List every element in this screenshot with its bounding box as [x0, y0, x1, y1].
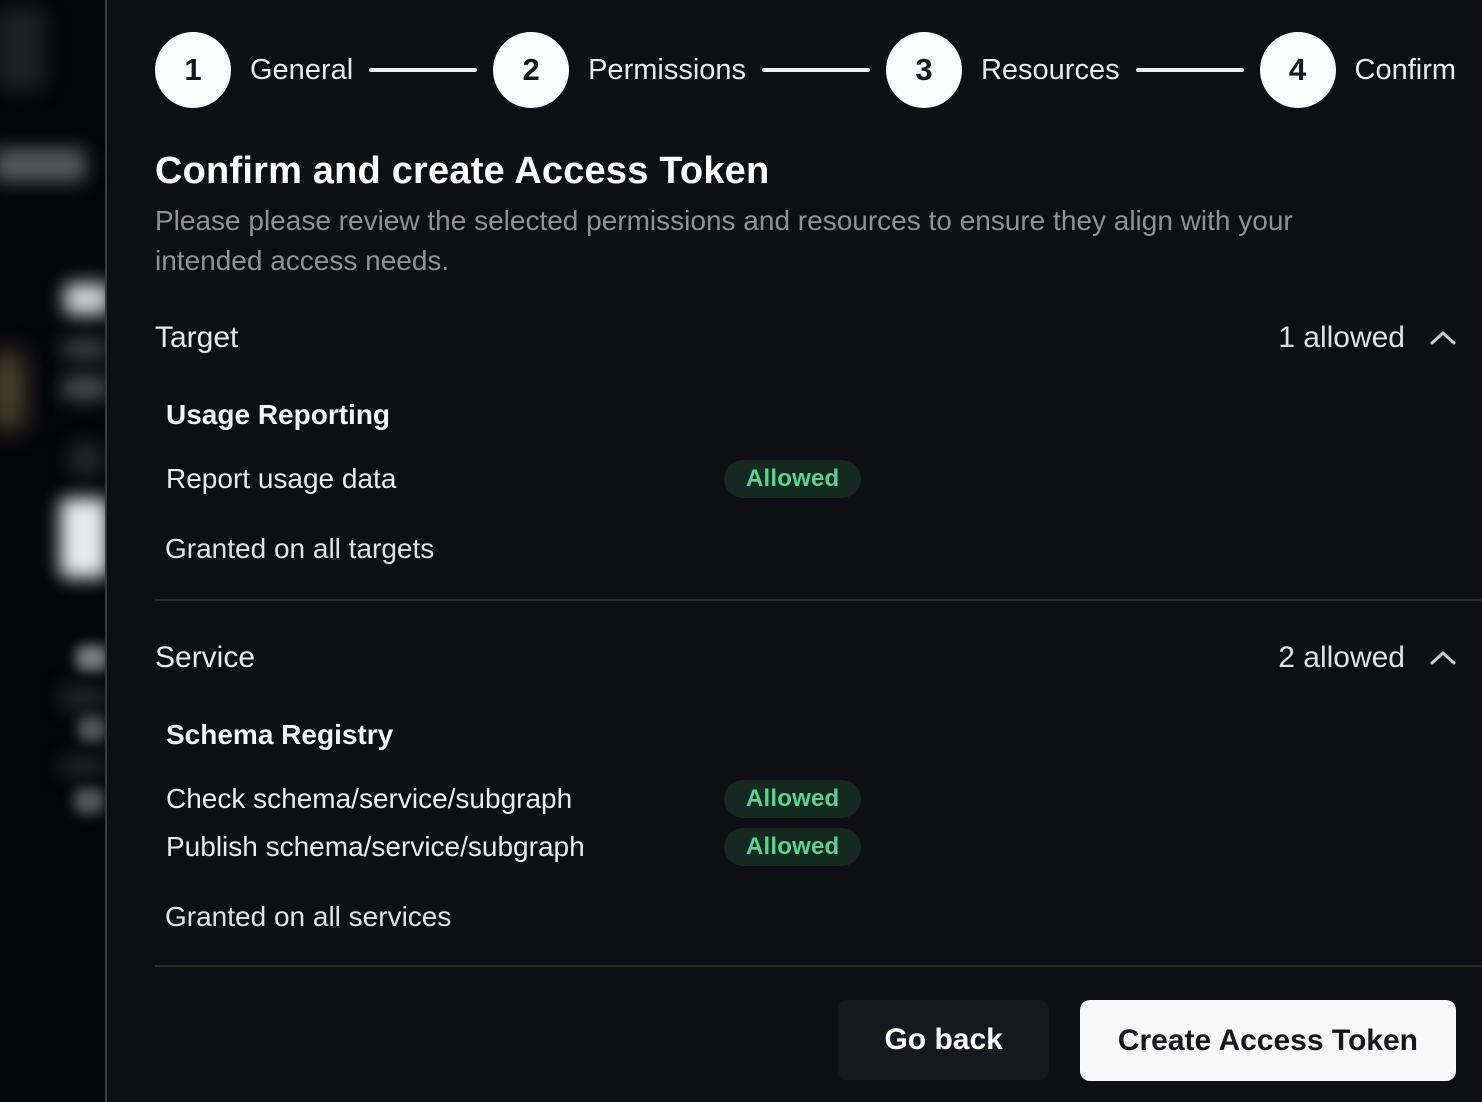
backdrop-blur-shape	[76, 645, 106, 671]
section-header-service[interactable]: Service 2 allowed	[155, 641, 1456, 675]
backdrop-blur-shape	[62, 338, 106, 360]
step-label: General	[250, 54, 353, 87]
permission-row: Report usage data Allowed	[155, 455, 1456, 503]
backdrop-blur-shape	[78, 716, 106, 742]
section-allowed-count: 2 allowed	[1278, 641, 1456, 675]
section-header-target[interactable]: Target 1 allowed	[155, 321, 1456, 355]
step-label: Resources	[981, 54, 1120, 87]
section-allowed-count: 1 allowed	[1278, 321, 1456, 355]
permission-row: Publish schema/service/subgraph Allowed	[155, 823, 1456, 871]
backdrop-blur-shape	[60, 686, 106, 710]
backdrop-blurred-page	[0, 0, 106, 1102]
status-badge: Allowed	[724, 780, 861, 818]
granted-note: Granted on all services	[165, 901, 1456, 933]
permission-group-heading: Usage Reporting	[166, 399, 1456, 431]
section-divider	[155, 965, 1482, 967]
create-access-token-modal: 1 General 2 Permissions 3 Resources 4 Co…	[105, 0, 1482, 1102]
backdrop-blur-shape	[60, 498, 106, 578]
backdrop-blur-shape	[60, 756, 106, 776]
allowed-count-text: 2 allowed	[1278, 641, 1405, 675]
backdrop-blur-shape	[0, 148, 86, 182]
backdrop-blur-shape	[62, 376, 106, 400]
status-badge: Allowed	[724, 828, 861, 866]
backdrop-blur-shape	[64, 283, 106, 315]
section-divider	[155, 599, 1482, 601]
section-title: Service	[155, 641, 255, 675]
backdrop-blur-shape	[70, 443, 102, 475]
step-label: Confirm	[1355, 54, 1457, 87]
permission-label: Publish schema/service/subgraph	[166, 831, 724, 863]
permission-label: Check schema/service/subgraph	[166, 783, 724, 815]
chevron-up-icon[interactable]	[1430, 330, 1456, 346]
stepper-connector-line	[369, 68, 477, 72]
status-badge: Allowed	[724, 460, 861, 498]
stepper-connector-line	[762, 68, 870, 72]
backdrop-blur-shape	[74, 788, 104, 814]
backdrop-blur-shape	[0, 352, 24, 430]
permission-group-heading: Schema Registry	[166, 719, 1456, 751]
chevron-up-icon[interactable]	[1430, 650, 1456, 666]
stepper-step-general[interactable]: 1 General	[155, 32, 353, 108]
go-back-button[interactable]: Go back	[838, 1000, 1048, 1080]
permission-label: Report usage data	[166, 463, 724, 495]
wizard-stepper: 1 General 2 Permissions 3 Resources 4 Co…	[155, 32, 1456, 108]
create-access-token-button[interactable]: Create Access Token	[1080, 1000, 1456, 1081]
permission-list: Report usage data Allowed	[155, 455, 1456, 503]
section-title: Target	[155, 321, 238, 355]
stepper-step-permissions[interactable]: 2 Permissions	[493, 32, 746, 108]
step-number-badge: 4	[1260, 32, 1336, 108]
step-label: Permissions	[588, 54, 746, 87]
modal-footer: Go back Create Access Token	[155, 1000, 1456, 1081]
granted-note: Granted on all targets	[165, 533, 1456, 565]
allowed-count-text: 1 allowed	[1278, 321, 1405, 355]
stepper-connector-line	[1136, 68, 1244, 72]
page-subtitle: Please please review the selected permis…	[155, 201, 1380, 281]
backdrop-blur-shape	[0, 8, 46, 90]
permission-list: Check schema/service/subgraph Allowed Pu…	[155, 775, 1456, 871]
permission-row: Check schema/service/subgraph Allowed	[155, 775, 1456, 823]
step-number-badge: 2	[493, 32, 569, 108]
page-title: Confirm and create Access Token	[155, 150, 1456, 193]
step-number-badge: 3	[886, 32, 962, 108]
step-number-badge: 1	[155, 32, 231, 108]
stepper-step-confirm[interactable]: 4 Confirm	[1260, 32, 1457, 108]
stepper-step-resources[interactable]: 3 Resources	[886, 32, 1120, 108]
